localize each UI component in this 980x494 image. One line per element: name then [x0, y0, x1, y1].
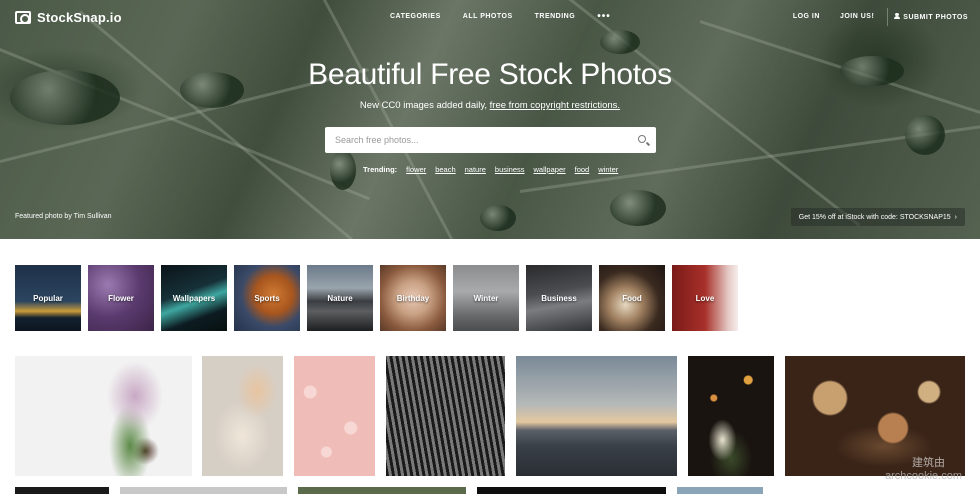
category-nature[interactable]: Nature [307, 265, 373, 331]
photo-skyscraper[interactable] [386, 356, 505, 476]
submit-photos-link[interactable]: SUBMIT PHOTOS [894, 13, 968, 21]
category-winter[interactable]: Winter [453, 265, 519, 331]
logo-text: StockSnap.io [37, 10, 122, 25]
photo-autumn-decor[interactable]: 建筑由 [785, 356, 965, 476]
trending-tag-food[interactable]: food [575, 165, 590, 174]
nav-trending[interactable]: TRENDING [535, 13, 576, 20]
trending-tag-nature[interactable]: nature [465, 165, 486, 174]
trending-tag-wallpaper[interactable]: wallpaper [534, 165, 566, 174]
featured-prefix: Featured photo by [15, 213, 72, 220]
category-label: Winter [473, 293, 499, 303]
nav-center: CATEGORIES ALL PHOTOS TRENDING ••• [390, 12, 611, 22]
top-nav: StockSnap.io CATEGORIES ALL PHOTOS TREND… [0, 0, 980, 34]
istock-promo-button[interactable]: Get 15% off at iStock with code: STOCKSN… [790, 208, 965, 226]
photo-row2-5[interactable] [677, 487, 763, 494]
hero-title: Beautiful Free Stock Photos [308, 58, 672, 91]
photo-row2-4[interactable] [477, 487, 666, 494]
user-icon [894, 13, 901, 19]
trending-tag-beach[interactable]: beach [435, 165, 455, 174]
more-icon[interactable]: ••• [597, 12, 611, 22]
photo-baby[interactable] [202, 356, 283, 476]
photo-row2-3[interactable] [298, 487, 466, 494]
photo-pink-texture[interactable] [294, 356, 375, 476]
trending-label: Trending: [363, 165, 398, 174]
search-input[interactable] [325, 127, 632, 153]
category-label: Business [541, 293, 577, 303]
featured-author-link[interactable]: Tim Sullivan [74, 213, 112, 220]
camera-icon [15, 11, 31, 24]
hero-subtitle-text: New CC0 images added daily, [359, 100, 488, 111]
category-label: Sports [254, 293, 280, 303]
login-link[interactable]: LOG IN [793, 13, 820, 21]
category-birthday[interactable]: Birthday [380, 265, 446, 331]
nav-all-photos[interactable]: ALL PHOTOS [463, 13, 513, 20]
trending-tag-winter[interactable]: winter [598, 165, 618, 174]
photo-flowers-bokeh[interactable] [688, 356, 774, 476]
page: StockSnap.io CATEGORIES ALL PHOTOS TREND… [0, 0, 980, 494]
photo-flowers-bouquet[interactable] [15, 356, 192, 476]
category-label: Birthday [396, 293, 430, 303]
category-label: Flower [108, 293, 134, 303]
watermark-url: archcookie.com [884, 470, 962, 482]
trending-tag-business[interactable]: business [495, 165, 525, 174]
chevron-right-icon: › [954, 213, 957, 221]
category-business[interactable]: Business [526, 265, 592, 331]
category-label: Wallpapers [172, 293, 216, 303]
nav-categories[interactable]: CATEGORIES [390, 13, 441, 20]
search-icon[interactable] [632, 128, 656, 152]
category-love[interactable]: Love [672, 265, 738, 331]
featured-credit: Featured photo by Tim Sullivan [15, 213, 112, 220]
logo[interactable]: StockSnap.io [15, 10, 122, 25]
trending-tags: Trending: flower beach nature business w… [363, 165, 618, 174]
photo-coast-sunset[interactable] [516, 356, 677, 476]
category-wallpapers[interactable]: Wallpapers [161, 265, 227, 331]
category-food[interactable]: Food [599, 265, 665, 331]
category-label: Nature [327, 293, 353, 303]
category-flower[interactable]: Flower [88, 265, 154, 331]
search-bar [325, 127, 656, 153]
category-label: Love [695, 293, 715, 303]
category-label: Popular [33, 293, 63, 303]
copyright-link[interactable]: free from copyright restrictions. [490, 100, 620, 111]
photo-row2-1[interactable] [15, 487, 109, 494]
category-popular[interactable]: Popular [15, 265, 81, 331]
category-label: Food [622, 293, 642, 303]
nav-right: LOG IN JOIN US! SUBMIT PHOTOS [793, 13, 968, 21]
watermark-text: 建筑由 [912, 457, 945, 469]
trending-tag-flower[interactable]: flower [406, 165, 426, 174]
photo-row2-2[interactable] [120, 487, 287, 494]
hero-banner [0, 0, 980, 239]
hero-subtitle: New CC0 images added daily, free from co… [0, 100, 980, 111]
category-sports[interactable]: Sports [234, 265, 300, 331]
submit-photos-label: SUBMIT PHOTOS [903, 14, 968, 21]
promo-text: Get 15% off at iStock with code: STOCKSN… [798, 213, 951, 221]
join-link[interactable]: JOIN US! [840, 13, 874, 21]
category-tiles: Popular Flower Wallpapers Sports Nature … [15, 265, 738, 331]
